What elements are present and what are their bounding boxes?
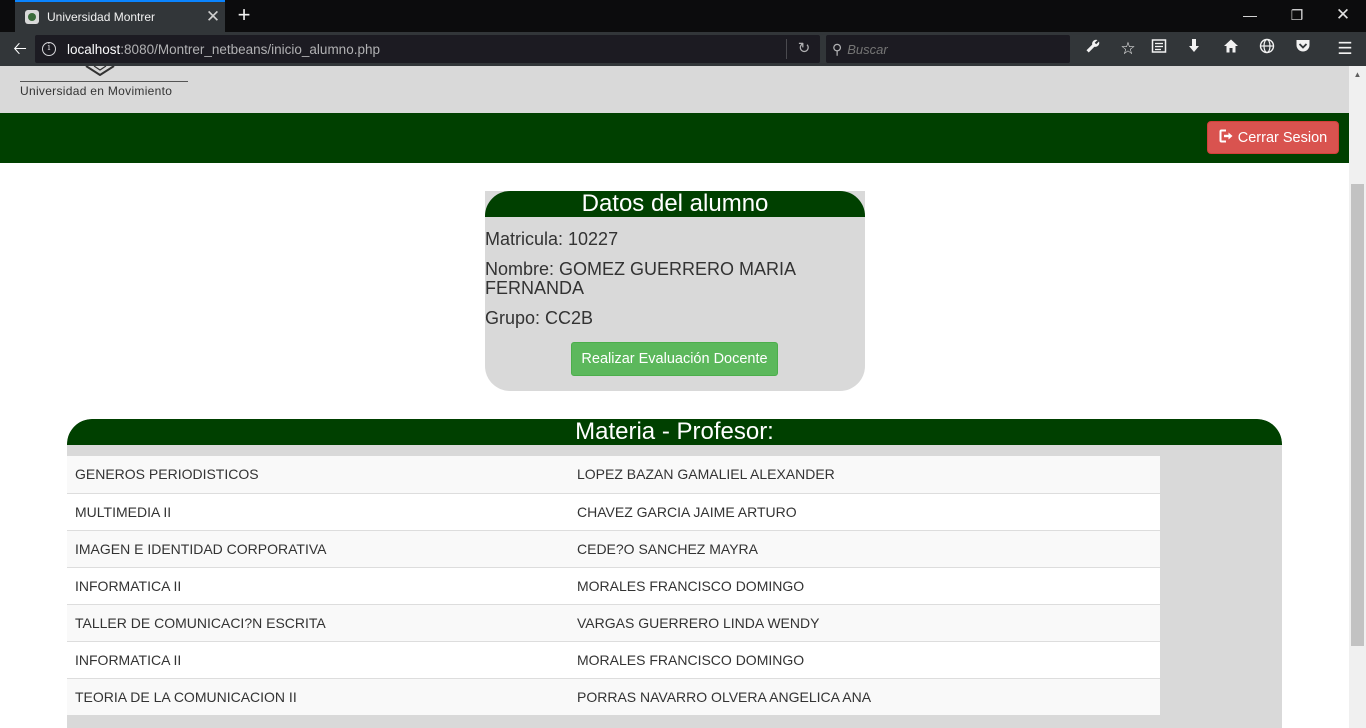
nombre-text: Nombre: GOMEZ GUERRERO MARIA FERNANDA bbox=[485, 259, 796, 298]
star-icon[interactable]: ☆ bbox=[1115, 37, 1141, 61]
info-icon[interactable]: i bbox=[42, 42, 56, 56]
menu-icon[interactable]: ☰ bbox=[1332, 37, 1358, 61]
favicon-icon bbox=[25, 10, 39, 24]
subjects-panel: Materia - Profesor: GENEROS PERIODISTICO… bbox=[67, 419, 1282, 728]
subject-cell: TEORIA DE LA COMUNICACION II bbox=[67, 677, 569, 715]
student-info-card: Datos del alumno Matricula: 10227 Nombre… bbox=[485, 191, 865, 391]
sign-out-icon bbox=[1219, 129, 1234, 146]
site-header: Universidad en Movimiento bbox=[0, 66, 1349, 113]
table-row: IMAGEN E IDENTIDAD CORPORATIVA CEDE?O SA… bbox=[67, 529, 1160, 567]
table-row: INFORMATICA II MORALES FRANCISCO DOMINGO bbox=[67, 566, 1160, 604]
back-icon[interactable]: 🡠 bbox=[8, 37, 32, 61]
url-separator bbox=[786, 39, 787, 59]
subject-cell: IMAGEN E IDENTIDAD CORPORATIVA bbox=[67, 529, 569, 567]
maximize-icon[interactable]: ❐ bbox=[1275, 3, 1319, 27]
table-row: INFORMATICA II MORALES FRANCISCO DOMINGO bbox=[67, 640, 1160, 678]
scrollbar-thumb[interactable] bbox=[1351, 184, 1364, 646]
url-bar[interactable]: i localhost:8080/Montrer_netbeans/inicio… bbox=[35, 35, 820, 63]
subject-cell: INFORMATICA II bbox=[67, 566, 569, 604]
teacher-cell: LOPEZ BAZAN GAMALIEL ALEXANDER bbox=[569, 456, 1160, 493]
reader-icon[interactable] bbox=[1146, 37, 1172, 61]
table-row: TALLER DE COMUNICACI?N ESCRITA VARGAS GU… bbox=[67, 603, 1160, 641]
reload-icon[interactable]: ↻ bbox=[792, 37, 816, 61]
page-viewport: Universidad en Movimiento Cerrar Sesion … bbox=[0, 66, 1349, 728]
browser-tab[interactable]: Universidad Montrer ✕ bbox=[15, 0, 225, 32]
home-icon[interactable] bbox=[1218, 37, 1244, 61]
tab-title: Universidad Montrer bbox=[47, 10, 156, 24]
teacher-cell: PORRAS NAVARRO OLVERA ANGELICA ANA bbox=[569, 677, 1160, 715]
scroll-up-icon[interactable]: ▲ bbox=[1349, 66, 1366, 83]
close-window-icon[interactable]: ✕ bbox=[1321, 3, 1365, 27]
navigation-toolbar: 🡠 i localhost:8080/Montrer_netbeans/inic… bbox=[0, 32, 1366, 66]
search-bar[interactable]: ⚲ bbox=[826, 35, 1070, 63]
grupo-text: Grupo: CC2B bbox=[485, 308, 594, 328]
matricula-text: Matricula: 10227 bbox=[485, 229, 619, 249]
logo-divider bbox=[20, 81, 188, 82]
page-scrollbar[interactable]: ▲ bbox=[1349, 66, 1366, 728]
subjects-table: GENEROS PERIODISTICOS LOPEZ BAZAN GAMALI… bbox=[67, 456, 1160, 715]
teacher-cell: CHAVEZ GARCIA JAIME ARTURO bbox=[569, 492, 1160, 530]
search-icon: ⚲ bbox=[832, 40, 843, 57]
teacher-evaluation-button[interactable]: Realizar Evaluación Docente bbox=[571, 342, 778, 376]
subject-cell: MULTIMEDIA II bbox=[67, 492, 569, 530]
download-icon[interactable] bbox=[1181, 37, 1207, 61]
subject-cell: TALLER DE COMUNICACI?N ESCRITA bbox=[67, 603, 569, 641]
new-tab-icon[interactable]: + bbox=[232, 4, 256, 28]
search-input[interactable] bbox=[847, 41, 1048, 57]
logout-button[interactable]: Cerrar Sesion bbox=[1207, 121, 1339, 154]
url-path: :8080/Montrer_netbeans/inicio_alumno.php bbox=[120, 41, 380, 57]
student-card-title: Datos del alumno bbox=[485, 191, 865, 217]
subject-cell: INFORMATICA II bbox=[67, 640, 569, 678]
globe-icon[interactable] bbox=[1254, 37, 1280, 61]
logo-mark-icon bbox=[85, 66, 115, 76]
pocket-icon[interactable] bbox=[1290, 37, 1316, 61]
close-tab-icon[interactable]: ✕ bbox=[201, 3, 225, 31]
table-row: MULTIMEDIA II CHAVEZ GARCIA JAIME ARTURO bbox=[67, 492, 1160, 530]
logo-text: Universidad en Movimiento bbox=[20, 84, 173, 98]
url-host: localhost bbox=[67, 41, 121, 57]
teacher-cell: MORALES FRANCISCO DOMINGO bbox=[569, 566, 1160, 604]
subjects-title: Materia - Profesor: bbox=[67, 419, 1282, 445]
teacher-cell: MORALES FRANCISCO DOMINGO bbox=[569, 640, 1160, 678]
top-nav-bar: Cerrar Sesion bbox=[0, 113, 1349, 163]
wrench-icon[interactable] bbox=[1080, 37, 1106, 61]
subject-cell: GENEROS PERIODISTICOS bbox=[67, 456, 569, 493]
university-logo[interactable]: Universidad en Movimiento bbox=[20, 66, 190, 106]
tab-strip: Universidad Montrer ✕ + — ❐ ✕ bbox=[0, 0, 1366, 32]
teacher-cell: CEDE?O SANCHEZ MAYRA bbox=[569, 529, 1160, 567]
table-row: TEORIA DE LA COMUNICACION II PORRAS NAVA… bbox=[67, 677, 1160, 715]
teacher-cell: VARGAS GUERRERO LINDA WENDY bbox=[569, 603, 1160, 641]
table-row: GENEROS PERIODISTICOS LOPEZ BAZAN GAMALI… bbox=[67, 456, 1160, 493]
minimize-icon[interactable]: — bbox=[1228, 3, 1272, 27]
logout-label: Cerrar Sesion bbox=[1237, 129, 1328, 146]
url-text: localhost:8080/Montrer_netbeans/inicio_a… bbox=[67, 42, 380, 57]
